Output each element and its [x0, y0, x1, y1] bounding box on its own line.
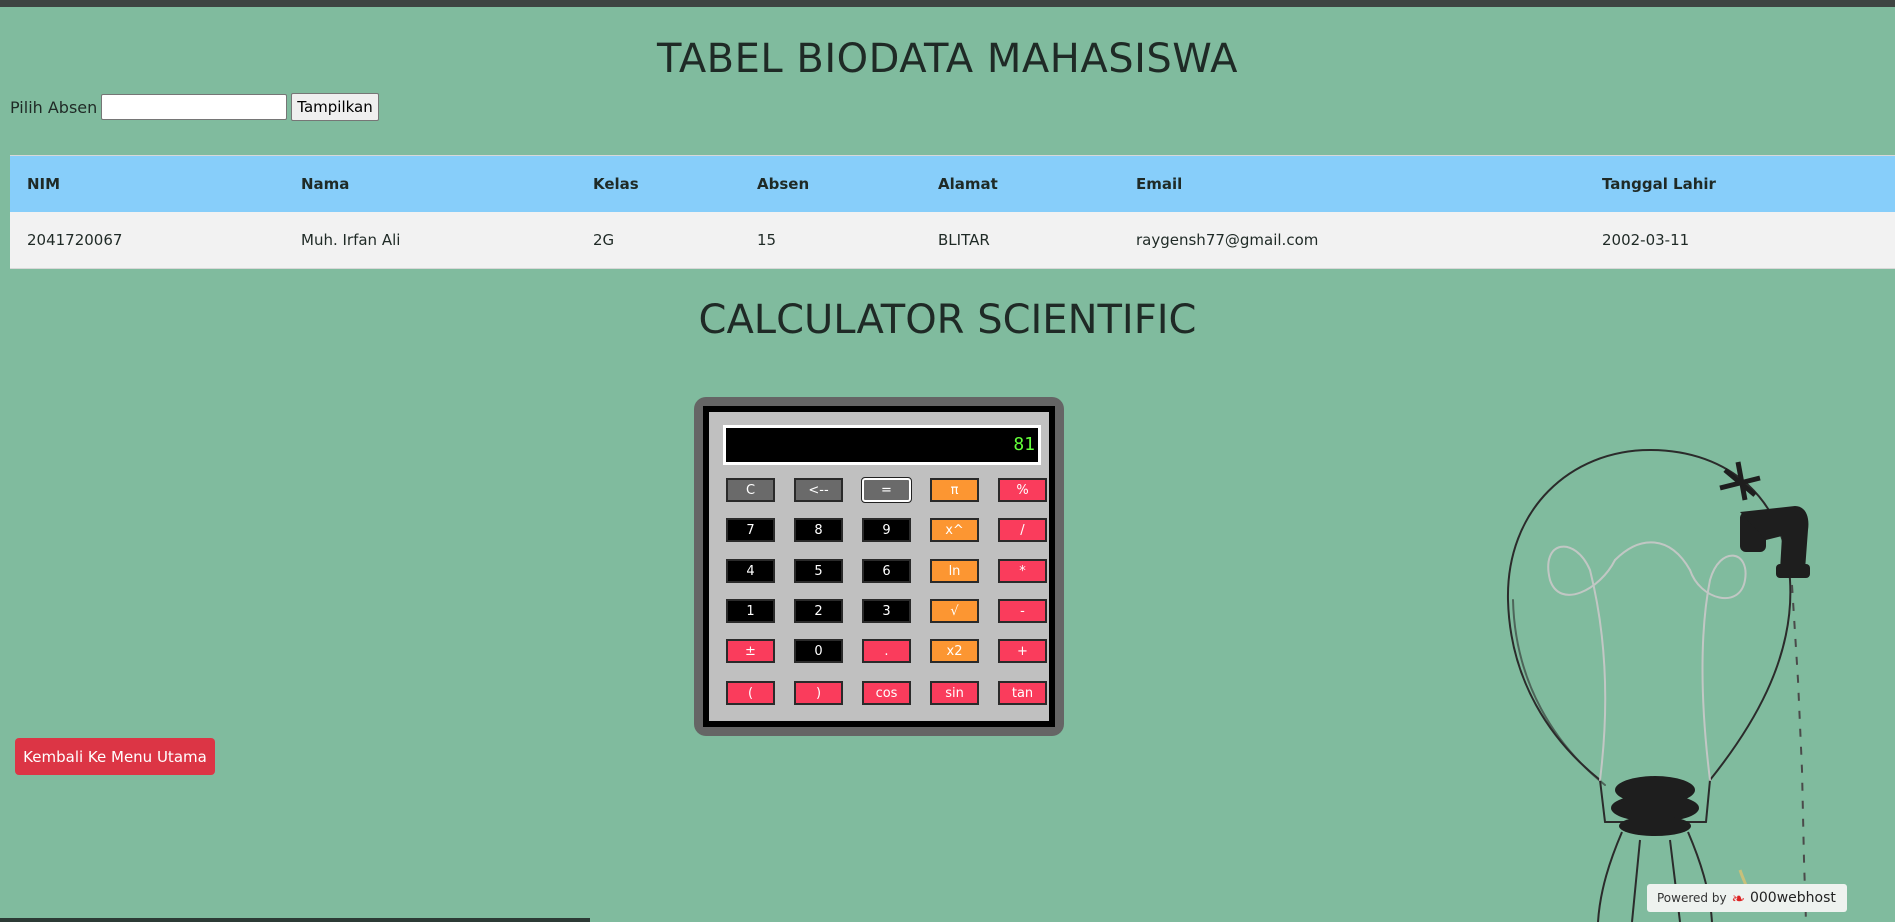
key-0[interactable]: 0 — [794, 639, 843, 663]
calculator-title: CALCULATOR SCIENTIFIC — [698, 297, 1197, 343]
key-3[interactable]: 3 — [862, 599, 911, 623]
key-7[interactable]: 7 — [726, 518, 775, 542]
key-1[interactable]: 1 — [726, 599, 775, 623]
key-2[interactable]: 2 — [794, 599, 843, 623]
brand-name: 000webhost — [1749, 890, 1836, 906]
tampilkan-button[interactable]: Tampilkan — [291, 93, 379, 121]
key-9[interactable]: 9 — [862, 518, 911, 542]
powered-label: Powered by — [1657, 891, 1727, 905]
key-sin[interactable]: sin — [930, 681, 979, 705]
webhost-logo-icon: ❧ — [1731, 888, 1745, 908]
cell-kelas: 2G — [576, 212, 740, 269]
key-backspace[interactable]: <-- — [794, 478, 843, 502]
key-ln[interactable]: ln — [930, 559, 979, 583]
biodata-table: NIM Nama Kelas Absen Alamat Email Tangga… — [10, 155, 1895, 269]
key-open-paren[interactable]: ( — [726, 681, 775, 705]
cell-email: raygensh77@gmail.com — [1119, 212, 1585, 269]
header-alamat: Alamat — [921, 155, 1119, 212]
header-nim: NIM — [10, 155, 284, 212]
header-kelas: Kelas — [576, 155, 740, 212]
key-divide[interactable]: / — [998, 518, 1047, 542]
cell-nama: Muh. Irfan Ali — [284, 212, 576, 269]
key-decimal[interactable]: . — [862, 639, 911, 663]
key-percent[interactable]: % — [998, 478, 1047, 502]
absen-input[interactable] — [101, 94, 288, 120]
cell-nim: 2041720067 — [10, 212, 284, 269]
table-row: 2041720067 Muh. Irfan Ali 2G 15 BLITAR r… — [10, 212, 1895, 269]
key-pi[interactable]: π — [930, 478, 979, 502]
back-to-main-menu-button[interactable]: Kembali Ke Menu Utama — [15, 738, 215, 775]
key-multiply[interactable]: * — [998, 559, 1047, 583]
key-square[interactable]: x2 — [930, 639, 979, 663]
key-close-paren[interactable]: ) — [794, 681, 843, 705]
key-plus-minus[interactable]: ± — [726, 639, 775, 663]
key-minus[interactable]: - — [998, 599, 1047, 623]
cell-alamat: BLITAR — [921, 212, 1119, 269]
key-6[interactable]: 6 — [862, 559, 911, 583]
powered-by-badge[interactable]: Powered by ❧ 000webhost — [1647, 884, 1847, 912]
header-nama: Nama — [284, 155, 576, 212]
key-4[interactable]: 4 — [726, 559, 775, 583]
key-sqrt[interactable]: √ — [930, 599, 979, 623]
key-power[interactable]: x^ — [930, 518, 979, 542]
key-5[interactable]: 5 — [794, 559, 843, 583]
cell-tanggal-lahir: 2002-03-11 — [1585, 212, 1895, 269]
browser-top-bar — [0, 0, 1895, 7]
bottom-scrollbar-track — [0, 918, 590, 922]
table-header-row: NIM Nama Kelas Absen Alamat Email Tangga… — [10, 155, 1895, 212]
calculator-body: 81 C <-- = π % 7 8 9 x^ / 4 5 6 ln * 1 2… — [703, 406, 1055, 727]
lightbulb-faucet-illustration — [1506, 448, 1834, 922]
calculator: 81 C <-- = π % 7 8 9 x^ / 4 5 6 ln * 1 2… — [694, 397, 1064, 736]
key-plus[interactable]: + — [998, 639, 1047, 663]
absen-form: Pilih Absen Tampilkan — [10, 93, 379, 121]
header-absen: Absen — [740, 155, 921, 212]
key-tan[interactable]: tan — [998, 681, 1047, 705]
absen-label: Pilih Absen — [10, 97, 98, 117]
key-8[interactable]: 8 — [794, 518, 843, 542]
page-title: TABEL BIODATA MAHASISWA — [656, 36, 1238, 82]
key-clear[interactable]: C — [726, 478, 775, 502]
calculator-display: 81 — [723, 425, 1041, 465]
header-email: Email — [1119, 155, 1585, 212]
key-equals[interactable]: = — [861, 477, 912, 503]
header-tanggal-lahir: Tanggal Lahir — [1585, 155, 1895, 212]
cell-absen: 15 — [740, 212, 921, 269]
key-cos[interactable]: cos — [862, 681, 911, 705]
